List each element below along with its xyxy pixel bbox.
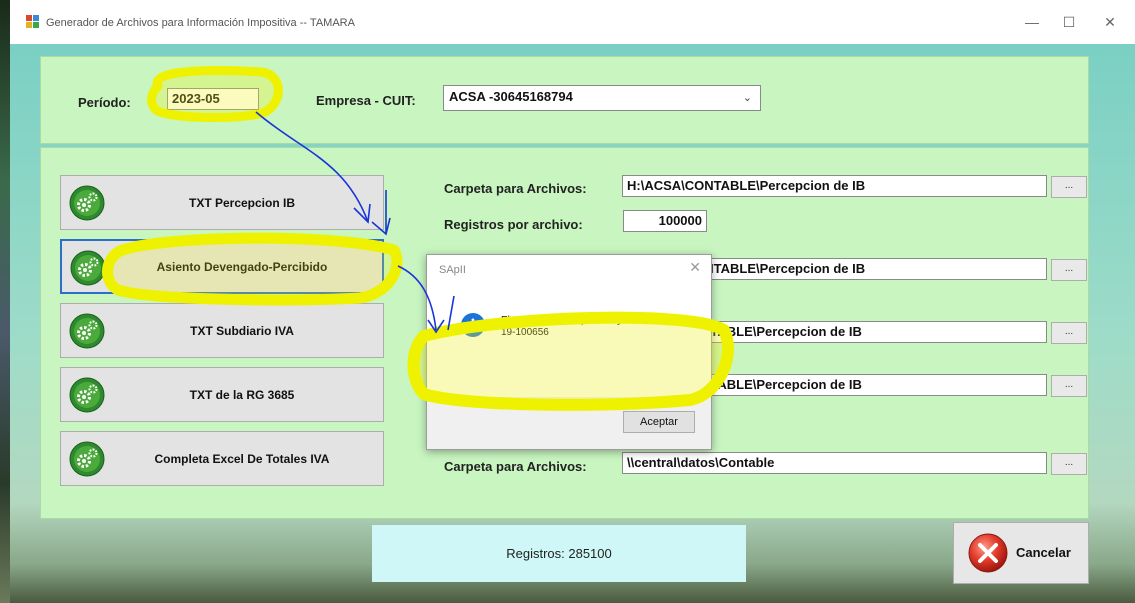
- maximize-button[interactable]: ☐: [1049, 9, 1089, 35]
- app-icon: [26, 15, 39, 28]
- browse-button-4[interactable]: ...: [1051, 375, 1087, 397]
- empresa-selected-value: ACSA -30645168794: [449, 89, 573, 104]
- txt-percepcion-ib-button[interactable]: TXT Percepcion IB: [60, 175, 384, 230]
- close-button[interactable]: ✕: [1090, 9, 1130, 35]
- periodo-label: Período:: [78, 95, 131, 110]
- gear-icon: [69, 441, 105, 477]
- dialog-title: SApII: [439, 264, 466, 276]
- carpeta-label-1: Carpeta para Archivos:: [444, 181, 587, 196]
- gear-icon: [69, 313, 105, 349]
- browse-button-3[interactable]: ...: [1051, 322, 1087, 344]
- browse-button-1[interactable]: ...: [1051, 176, 1087, 198]
- periodo-input[interactable]: 2023-05: [167, 88, 259, 110]
- carpeta-path-1[interactable]: H:\ACSA\CONTABLE\Percepcion de IB: [622, 175, 1047, 197]
- txt-percepcion-ib-label: TXT Percepcion IB: [188, 195, 296, 210]
- cancel-x-icon: [968, 533, 1008, 573]
- window-title-bar: Generador de Archivos para Información I…: [10, 0, 1135, 44]
- cancel-label: Cancelar: [1016, 545, 1071, 560]
- asiento-devengado-percibido-button[interactable]: Asiento Devengado-Percibido: [60, 239, 384, 294]
- cancel-button[interactable]: Cancelar: [953, 522, 1089, 584]
- window-title: Generador de Archivos para Información I…: [46, 17, 355, 29]
- registros-label: Registros por archivo:: [444, 217, 583, 232]
- empresa-label: Empresa - CUIT:: [316, 93, 416, 108]
- dialog-close-icon[interactable]: ✕: [689, 259, 701, 276]
- txt-rg-3685-label: TXT de la RG 3685: [189, 387, 295, 402]
- aceptar-button[interactable]: Aceptar: [623, 411, 695, 433]
- dialog-footer: Aceptar: [427, 397, 711, 449]
- chevron-down-icon: ⌄: [742, 92, 752, 104]
- info-icon: i: [461, 313, 485, 337]
- txt-subdiario-iva-button[interactable]: TXT Subdiario IVA: [60, 303, 384, 358]
- gear-icon: [69, 377, 105, 413]
- desktop-background-strip: [0, 0, 10, 603]
- browse-button-2[interactable]: ...: [1051, 259, 1087, 281]
- txt-subdiario-iva-label: TXT Subdiario IVA: [190, 323, 294, 338]
- status-registros: Registros: 285100: [372, 525, 746, 582]
- minimize-button[interactable]: —: [1012, 9, 1052, 35]
- carpeta-label-5: Carpeta para Archivos:: [444, 459, 587, 474]
- message-dialog: SApII ✕ i El asiento para el periodo ya …: [426, 254, 712, 450]
- registros-input[interactable]: 100000: [623, 210, 707, 232]
- completa-excel-totales-iva-label: Completa Excel De Totales IVA: [154, 451, 330, 466]
- txt-rg-3685-button[interactable]: TXT de la RG 3685: [60, 367, 384, 422]
- dialog-message-code: 19-100656: [501, 327, 549, 338]
- gear-icon: [70, 250, 106, 286]
- browse-button-5[interactable]: ...: [1051, 453, 1087, 475]
- header-panel: Período: 2023-05 Empresa - CUIT: ACSA -3…: [40, 56, 1089, 144]
- asiento-devengado-percibido-label: Asiento Devengado-Percibido: [156, 259, 328, 274]
- gear-icon: [69, 185, 105, 221]
- completa-excel-totales-iva-button[interactable]: Completa Excel De Totales IVA: [60, 431, 384, 486]
- dialog-message: El asiento para el periodo ya existe: [501, 315, 657, 326]
- carpeta-path-5[interactable]: \\central\datos\Contable: [622, 452, 1047, 474]
- empresa-select[interactable]: ACSA -30645168794 ⌄: [443, 85, 761, 111]
